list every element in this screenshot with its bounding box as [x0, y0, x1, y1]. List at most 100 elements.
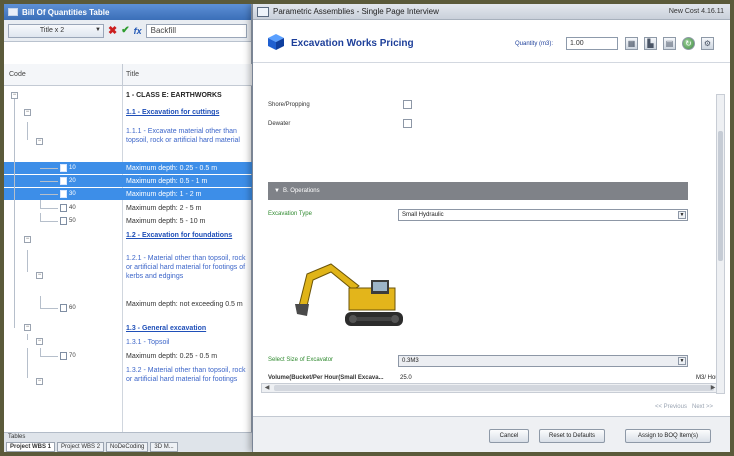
next-link[interactable]: Next >>	[692, 404, 713, 410]
chevron-down-icon: ▼	[95, 26, 101, 33]
row-title: Maximum depth: 0.25 - 0.5 m	[126, 165, 218, 172]
collapse-icon[interactable]: −	[24, 109, 31, 116]
table-row[interactable]: 60 Maximum depth: not exceeding 0.5 m	[4, 296, 252, 320]
app-frame: Bill Of Quantities Table Title x 2 ▼ ✖ ✔…	[4, 4, 730, 452]
pager: << Previous Next >>	[655, 404, 713, 410]
column-header-title[interactable]: Title	[126, 71, 139, 78]
vertical-scrollbar[interactable]	[716, 94, 725, 394]
dialog-title-right: New Cost 4.16.11	[668, 8, 724, 15]
table-row[interactable]: − 1 - CLASS E: EARTHWORKS	[4, 90, 252, 100]
table-row[interactable]: − 1.3.2 - Material other than topsoil, r…	[4, 348, 252, 400]
parametric-assemblies-dialog: Parametric Assemblies - Single Page Inte…	[252, 4, 730, 452]
collapse-icon[interactable]: −	[36, 338, 43, 345]
dialog-window-icon	[257, 6, 269, 17]
column-header-code[interactable]: Code	[9, 71, 26, 78]
formula-input[interactable]: Backfill	[145, 23, 247, 38]
excavation-type-value: Small Hydraulic	[402, 212, 444, 218]
excavator-image	[291, 254, 411, 336]
row-title: Maximum depth: 1 - 2 m	[126, 191, 202, 198]
window-icon	[8, 8, 18, 16]
row-code: 30	[69, 191, 76, 197]
collapse-icon[interactable]: −	[11, 92, 18, 99]
shoring-checkbox[interactable]	[403, 100, 412, 109]
function-icon[interactable]: fx	[134, 26, 142, 36]
table-row[interactable]: 10 Maximum depth: 0.25 - 0.5 m	[4, 162, 252, 174]
table-row[interactable]: 30 Maximum depth: 1 - 2 m	[4, 188, 252, 200]
section-operations[interactable]: ▼ B. Operations	[268, 182, 688, 200]
quantity-input[interactable]: 1.00	[566, 37, 618, 50]
title-selector[interactable]: Title x 2 ▼	[8, 23, 104, 38]
header-toolbar: ▦ ▙ ▤ ↻ ⚙	[625, 37, 714, 50]
boq-table-panel: Bill Of Quantities Table Title x 2 ▼ ✖ ✔…	[4, 4, 252, 452]
excavation-type-select[interactable]: Small Hydraulic ▼	[398, 209, 688, 221]
table-row[interactable]: − 1.2.1 - Material other than topsoil, r…	[4, 250, 252, 296]
table-row[interactable]: 20 Maximum depth: 0.5 - 1 m	[4, 175, 252, 187]
horizontal-scrollbar[interactable]: ◀ ▶	[261, 383, 719, 393]
document-icon	[60, 217, 67, 225]
row-title: 1.3.2 - Material other than topsoil, roc…	[126, 367, 246, 383]
scroll-left-icon[interactable]: ◀	[263, 384, 271, 392]
collapse-icon[interactable]: −	[24, 236, 31, 243]
scrollbar-thumb[interactable]	[718, 131, 723, 261]
table-row[interactable]: 70 Maximum depth: 0.25 - 0.5 m	[4, 348, 252, 362]
sheet-tabs-bar: Tables Project WBS 1 Project WBS 2 NoDeC…	[4, 432, 252, 452]
document-icon	[60, 204, 67, 212]
reset-defaults-button[interactable]: Reset to Defaults	[539, 429, 605, 443]
scrollbar-thumb[interactable]	[274, 385, 714, 391]
report-icon[interactable]: ▤	[663, 37, 676, 50]
boq-window-title: Bill Of Quantities Table	[22, 7, 110, 17]
row-title: Maximum depth: not exceeding 0.5 m	[126, 301, 243, 308]
table-row[interactable]: 40 Maximum depth: 2 - 5 m	[4, 200, 252, 214]
table-row[interactable]: − 1.3.1 - Topsoil	[4, 334, 252, 348]
confirm-edit-icon[interactable]: ✔	[121, 25, 129, 36]
row-code: 50	[69, 218, 76, 224]
refresh-icon[interactable]: ↻	[682, 37, 695, 50]
table-row[interactable]: 50 Maximum depth: 5 - 10 m	[4, 213, 252, 227]
excavator-size-select[interactable]: 0.3M3 ▼	[398, 355, 688, 367]
table-row[interactable]: − 1.3 - General excavation	[4, 242, 252, 334]
volume-label: Volume(Bucket/Per Hour(Small Excava...	[268, 375, 384, 381]
row-title[interactable]: 1.1 - Excavation for cuttings	[126, 108, 248, 117]
dewater-checkbox[interactable]	[403, 119, 412, 128]
tab-project-wbs-2[interactable]: Project WBS 2	[57, 442, 105, 452]
dialog-title: Parametric Assemblies - Single Page Inte…	[273, 7, 439, 16]
chart-icon[interactable]: ▙	[644, 37, 657, 50]
row-title: Maximum depth: 2 - 5 m	[126, 205, 202, 212]
row-title: Maximum depth: 0.25 - 0.5 m	[126, 353, 218, 360]
row-title[interactable]: 1.2 - Excavation for foundations	[126, 231, 248, 240]
collapse-icon[interactable]: −	[24, 324, 31, 331]
row-title: Maximum depth: 5 - 10 m	[126, 218, 206, 225]
cancel-edit-icon[interactable]: ✖	[108, 24, 117, 37]
tab-project-wbs-1[interactable]: Project WBS 1	[6, 442, 56, 452]
row-code: 20	[69, 178, 76, 184]
cancel-button[interactable]: Cancel	[489, 429, 529, 443]
table-row[interactable]: − 1.2 - Excavation for foundations	[4, 99, 252, 249]
document-icon	[60, 190, 67, 198]
tables-label: Tables	[8, 434, 26, 440]
boq-tree-table: − 1 - CLASS E: EARTHWORKS − 1.1 - Excava…	[4, 86, 252, 432]
dialog-footer: Cancel Reset to Defaults Assign to BOQ I…	[253, 416, 730, 452]
dialog-titlebar: Parametric Assemblies - Single Page Inte…	[253, 4, 730, 20]
table-row[interactable]: − 1.1 - Excavation for cuttings	[4, 100, 252, 122]
excavation-type-label: Excavation Type	[268, 211, 312, 217]
pricing-title: Excavation Works Pricing	[291, 38, 414, 49]
document-icon	[60, 164, 67, 172]
previous-link[interactable]: << Previous	[655, 404, 687, 410]
volume-value[interactable]: 25.0	[400, 375, 412, 381]
grid-icon[interactable]: ▦	[625, 37, 638, 50]
interview-body: Shore/Propping Dewater ▼ B. Operations E…	[253, 64, 730, 414]
tab-3d-model[interactable]: 3D M...	[150, 442, 178, 452]
tab-nodecoding[interactable]: NoDeCoding	[106, 442, 149, 452]
table-row[interactable]: − 1.1.1 - Excavate material other than t…	[4, 122, 252, 160]
chevron-down-icon: ▼	[678, 211, 686, 219]
excavator-size-label: Select Size of Excavator	[268, 357, 334, 363]
assign-to-boq-button[interactable]: Assign to BOQ Item(s)	[625, 429, 711, 443]
settings-icon[interactable]: ⚙	[701, 37, 714, 50]
quantity-label: Quantity (m3):	[515, 41, 554, 47]
collapse-icon[interactable]: −	[36, 272, 43, 279]
title-selector-value: Title x 2	[39, 27, 65, 34]
collapse-icon[interactable]: −	[36, 138, 43, 145]
boq-window-titlebar: Bill Of Quantities Table	[4, 4, 251, 20]
collapse-icon[interactable]: −	[36, 378, 43, 385]
row-title[interactable]: 1.3 - General excavation	[126, 324, 248, 333]
